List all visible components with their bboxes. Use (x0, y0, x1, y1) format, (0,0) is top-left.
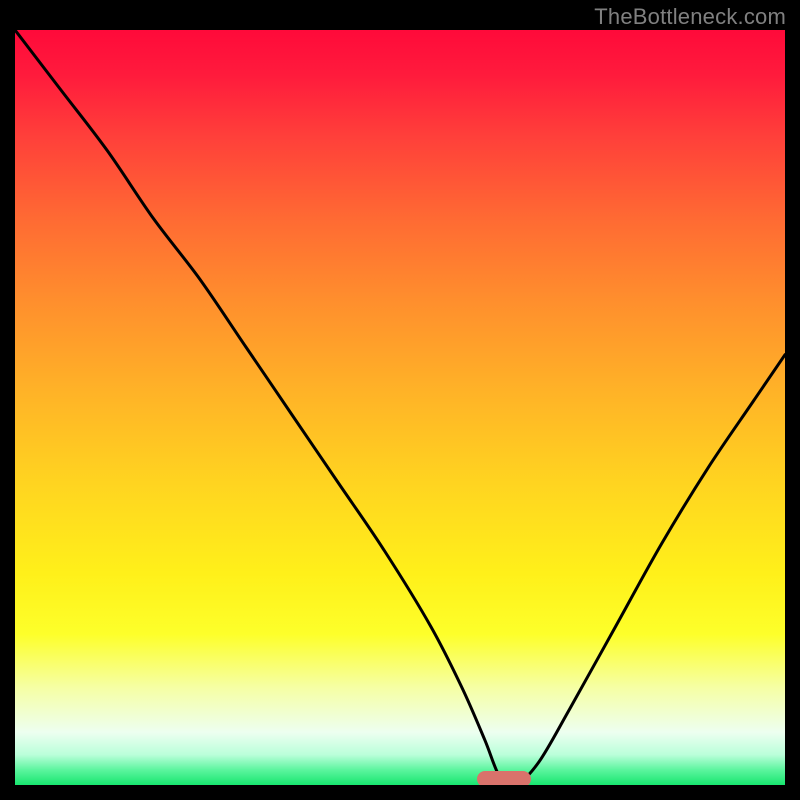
chart-frame: TheBottleneck.com (0, 0, 800, 800)
watermark-text: TheBottleneck.com (594, 4, 786, 30)
plot-area (15, 30, 785, 785)
bottleneck-curve (15, 30, 785, 785)
optimum-marker (477, 771, 531, 785)
